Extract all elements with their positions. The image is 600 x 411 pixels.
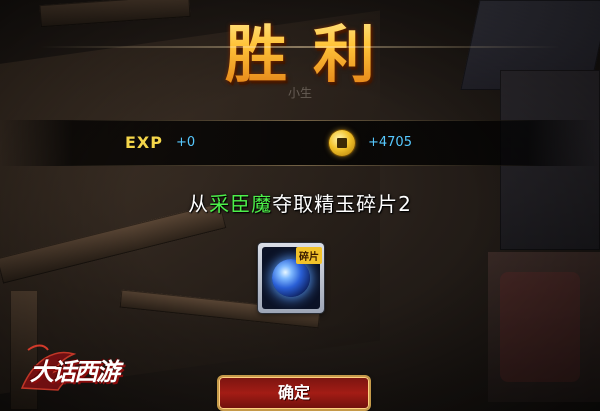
fragment-badge: 碎片 — [296, 247, 322, 264]
jade-orb-icon — [272, 259, 310, 297]
title-divider — [40, 46, 560, 48]
confirm-button[interactable]: 确定 — [219, 377, 369, 409]
exp-label: EXP — [125, 133, 163, 152]
game-logo: 大话西游 — [14, 340, 136, 400]
copper-coin-icon — [329, 130, 355, 156]
reward-band — [0, 120, 600, 166]
coin-value: +4705 — [368, 135, 412, 150]
loot-item-slot[interactable]: 碎片 — [258, 243, 324, 313]
loot-prefix: 从 — [188, 192, 210, 216]
exp-value: +0 — [176, 135, 196, 150]
loot-message: 从采臣魔夺取精玉碎片2 — [0, 188, 600, 217]
battle-subtitle: 小生 — [287, 86, 312, 100]
logo-text: 大话西游 — [30, 357, 120, 386]
boss-name: 采臣魔 — [209, 192, 273, 216]
loot-suffix: 夺取精玉碎片2 — [272, 192, 412, 216]
victory-title: 胜利 — [0, 4, 600, 94]
